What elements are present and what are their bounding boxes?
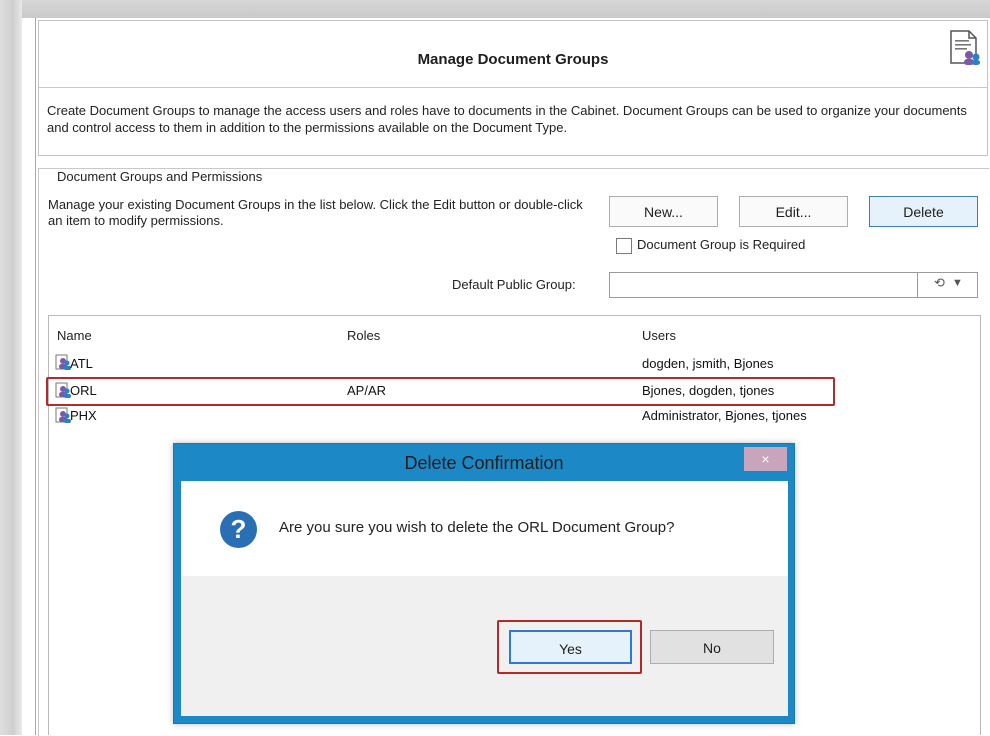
dialog-title: Delete Confirmation <box>404 453 564 473</box>
group-icon <box>55 407 71 423</box>
row-users-phx: Administrator, Bjones, tjones <box>642 408 807 423</box>
column-header-name[interactable]: Name <box>57 328 92 343</box>
header-box: Manage Document Groups Create Document G… <box>38 20 988 156</box>
document-group-icon <box>950 30 980 65</box>
column-header-users[interactable]: Users <box>642 328 676 343</box>
default-public-group-field[interactable] <box>609 272 918 298</box>
reset-icon[interactable]: ⟲ <box>934 275 945 291</box>
close-icon[interactable]: × <box>744 447 787 471</box>
screenshot-top-shade <box>0 0 990 18</box>
header-description: Create Document Groups to manage the acc… <box>47 103 967 135</box>
group-required-checkbox[interactable] <box>616 238 632 254</box>
default-public-group-label: Default Public Group: <box>452 277 576 292</box>
row-name-phx[interactable]: PHX <box>70 408 97 423</box>
no-button[interactable]: No <box>650 630 774 664</box>
new-button[interactable]: New... <box>609 196 718 227</box>
row-users-atl: dogden, jsmith, Bjones <box>642 356 774 371</box>
orl-row-highlight <box>46 377 835 406</box>
row-name-atl[interactable]: ATL <box>70 356 93 371</box>
edit-button[interactable]: Edit... <box>739 196 848 227</box>
page-title: Manage Document Groups <box>417 51 609 68</box>
delete-button[interactable]: Delete <box>869 196 978 227</box>
column-header-roles[interactable]: Roles <box>347 328 380 343</box>
instructions-text: Manage your existing Document Groups in … <box>48 197 583 228</box>
screenshot-left-shade <box>0 0 22 735</box>
yes-button[interactable]: Yes <box>509 630 632 664</box>
question-icon: ? <box>220 511 257 548</box>
default-public-group-tools: ⟲ ▼ <box>918 272 978 298</box>
chevron-down-icon[interactable]: ▼ <box>952 277 963 289</box>
group-icon <box>55 354 71 370</box>
group-required-label: Document Group is Required <box>637 237 806 252</box>
groupbox-legend: Document Groups and Permissions <box>52 169 268 184</box>
dialog-message: Are you sure you wish to delete the ORL … <box>279 519 675 536</box>
header-divider <box>39 87 987 88</box>
